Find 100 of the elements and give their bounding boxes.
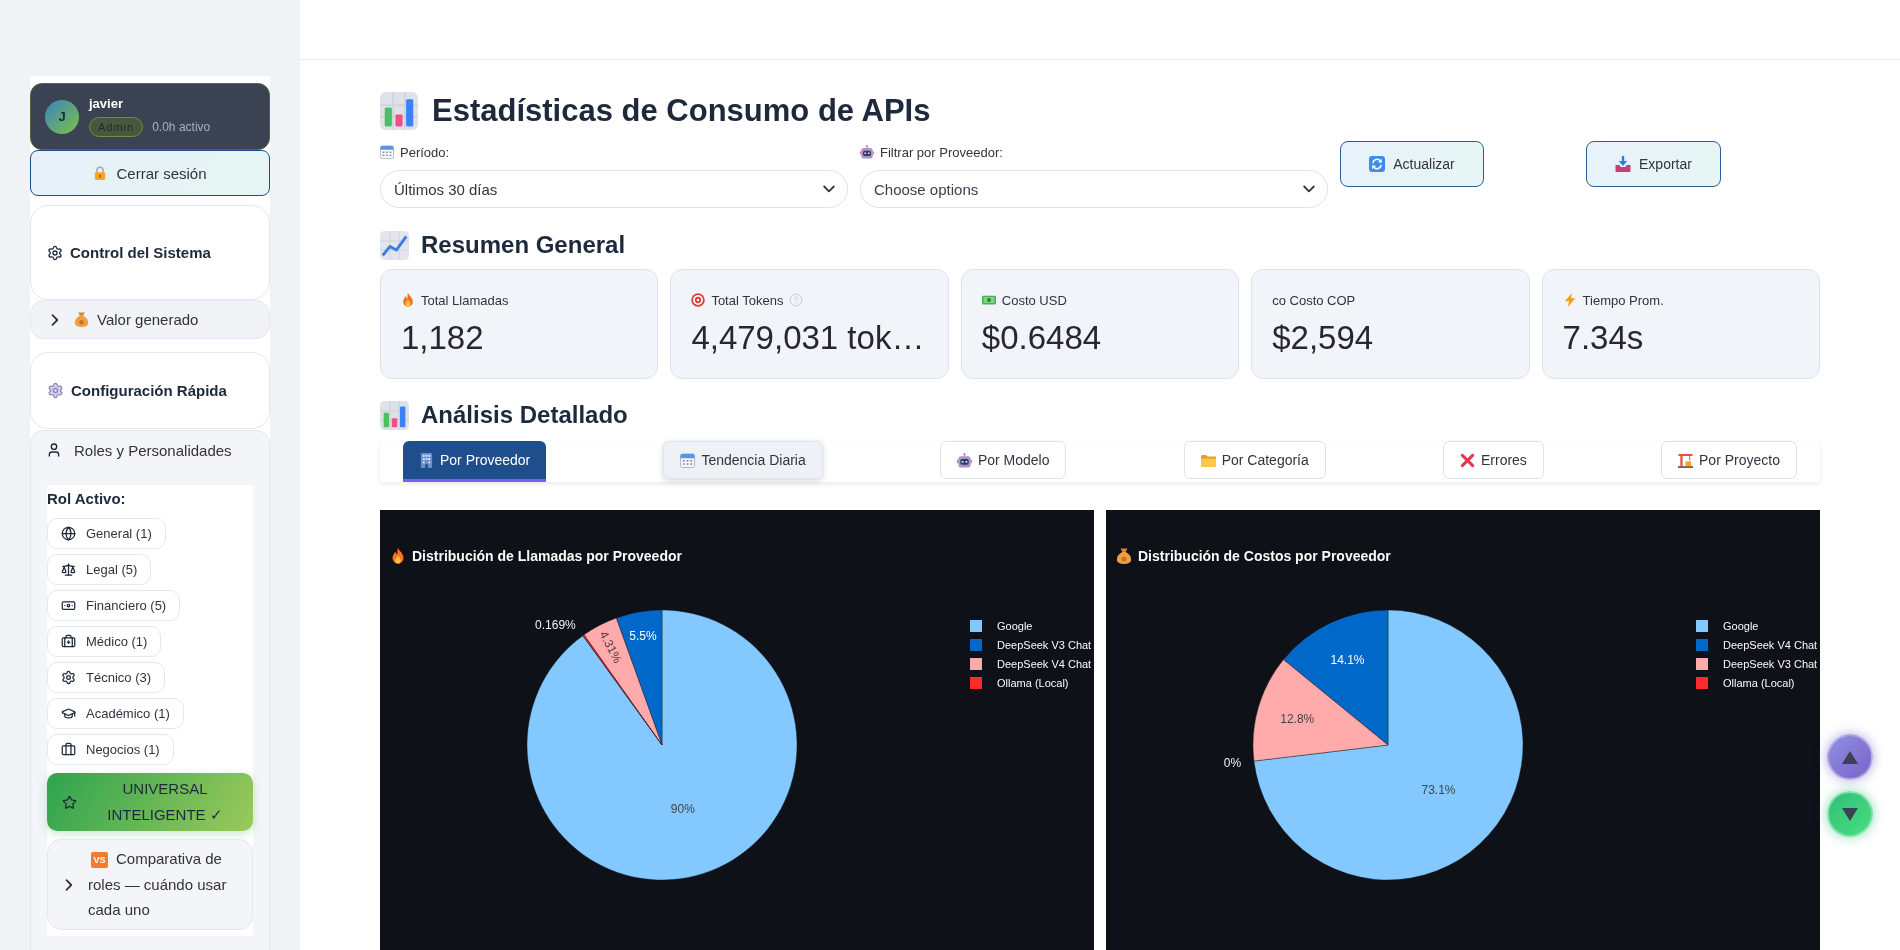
chevron-icon xyxy=(51,313,59,326)
metric-value: 4,479,031 tok… xyxy=(691,318,925,358)
expander-header[interactable]: Valor generado xyxy=(30,300,270,339)
section-heading: Resumen General xyxy=(421,230,626,260)
metric-label: co Costo COP xyxy=(1272,292,1356,308)
slice-label: 73.1% xyxy=(1421,783,1456,797)
tab[interactable]: Por Proveedor xyxy=(403,441,547,482)
page-title: Estadísticas de Consumo de APIs xyxy=(432,92,931,130)
bar-chart-icon xyxy=(380,92,418,130)
chart-title: Distribución de Costos por Proveedor xyxy=(1138,548,1391,564)
money-bag-icon xyxy=(1116,548,1132,564)
lightning-icon xyxy=(1562,293,1577,307)
avatar: J xyxy=(45,99,79,134)
flame-icon xyxy=(401,293,415,307)
export-button[interactable]: Exportar xyxy=(1586,141,1721,187)
active-role-label: Rol Activo: xyxy=(47,489,127,509)
role-chip[interactable]: Técnico (3) xyxy=(47,662,166,693)
card-title: Control del Sistema xyxy=(70,244,211,261)
building-icon xyxy=(419,452,434,468)
slice-label: 5.5% xyxy=(629,629,657,644)
legend-label: DeepSeek V3 Chat xyxy=(1723,658,1818,670)
banknote-icon xyxy=(61,598,76,613)
scale-icon xyxy=(61,562,76,577)
legend-label: DeepSeek V4 Chat xyxy=(1723,639,1818,651)
lock-icon xyxy=(93,166,108,180)
slice-label: 4.31% xyxy=(596,628,625,666)
role-chip[interactable]: Negocios (1) xyxy=(47,734,174,765)
gear-icon xyxy=(61,670,76,685)
chart-title: Distribución de Llamadas por Proveedor xyxy=(412,548,682,564)
role-chip[interactable]: General (1) xyxy=(47,518,166,549)
vs-badge: VS xyxy=(91,852,108,869)
role-chip[interactable]: Médico (1) xyxy=(47,626,162,657)
calendar-icon xyxy=(380,145,394,159)
section-heading: Análisis Detallado xyxy=(421,400,628,430)
folder-icon xyxy=(1200,452,1216,468)
activity-text: 0.0h activo xyxy=(152,120,211,134)
role-chip[interactable]: Financiero (5) xyxy=(47,590,181,621)
chevron-down-icon xyxy=(1303,185,1315,193)
tab[interactable]: Por Modelo xyxy=(939,441,1067,479)
gear-icon xyxy=(47,244,63,261)
scroll-down-button[interactable] xyxy=(1827,791,1873,837)
chevron-icon xyxy=(65,878,73,891)
medical-bag-icon xyxy=(61,634,76,649)
comparison-expander[interactable]: VS Comparativa de roles — cuándo usar cada uno xyxy=(47,839,253,930)
card-title: Configuración Rápida xyxy=(71,382,227,399)
slice-label: 90% xyxy=(670,802,695,817)
globe-icon xyxy=(61,526,76,541)
crane-icon xyxy=(1678,452,1694,468)
robot-icon xyxy=(860,145,874,159)
legend-label: Ollama (Local) xyxy=(997,677,1069,689)
bar-chart-icon xyxy=(380,400,409,430)
slice-label: 12.8% xyxy=(1280,711,1315,726)
refresh-button[interactable]: Actualizar xyxy=(1340,141,1484,187)
legend-label: DeepSeek V3 Chat xyxy=(997,639,1092,651)
money-bag-icon xyxy=(74,312,89,327)
inbox-tray-icon xyxy=(1615,156,1632,172)
slice-label: 0% xyxy=(1223,755,1242,770)
filter-label: Filtrar por Proveedor: xyxy=(880,144,1003,160)
user-icon xyxy=(46,442,62,458)
metric-label: Total Llamadas xyxy=(421,292,509,308)
legend-label: Ollama (Local) xyxy=(1723,677,1795,689)
gear-icon xyxy=(47,382,64,399)
role-chip[interactable]: Académico (1) xyxy=(47,698,184,729)
robot-icon xyxy=(956,452,972,468)
graduation-cap-icon xyxy=(61,706,76,721)
slice-label: 14.1% xyxy=(1330,652,1365,667)
cross-icon xyxy=(1459,452,1475,468)
tab[interactable]: Tendencia Diaria xyxy=(663,441,823,479)
filter-label: Período: xyxy=(400,144,450,160)
legend-label: DeepSeek V4 Chat xyxy=(997,658,1092,670)
provider-select[interactable]: Choose options xyxy=(860,170,1328,208)
tab[interactable]: Por Categoría xyxy=(1183,441,1326,479)
legend-label: Google xyxy=(1723,620,1759,632)
logout-button[interactable]: Cerrar sesión xyxy=(30,150,270,196)
triangle-down-icon xyxy=(1842,807,1858,821)
metric-value: $2,594 xyxy=(1272,318,1374,358)
flame-icon xyxy=(392,548,404,564)
chevron-down-icon xyxy=(823,185,835,193)
metric-value: $0.6484 xyxy=(981,318,1102,358)
metric-value: 7.34s xyxy=(1562,318,1644,358)
legend-label: Google xyxy=(997,620,1033,632)
target-icon xyxy=(691,293,706,307)
metric-label: Costo USD xyxy=(1001,292,1067,308)
role-chip[interactable]: Legal (5) xyxy=(47,554,152,585)
tab[interactable]: Errores xyxy=(1442,441,1544,479)
expander-header[interactable]: Roles y Personalidades xyxy=(31,431,269,469)
scroll-up-button[interactable] xyxy=(1827,734,1873,780)
banknote-icon xyxy=(981,293,996,307)
tab[interactable]: Por Proyecto xyxy=(1661,441,1797,479)
star-icon xyxy=(62,794,77,810)
line-chart-icon xyxy=(380,230,409,260)
universal-role-button[interactable]: UNIVERSAL INTELIGENTE ✓ xyxy=(47,773,253,831)
metric-value: 1,182 xyxy=(401,318,484,358)
metric-label: Tiempo Prom. xyxy=(1582,292,1664,308)
refresh-icon xyxy=(1369,156,1386,172)
user-name: javier xyxy=(89,96,124,112)
triangle-up-icon xyxy=(1842,750,1858,764)
period-select[interactable]: Últimos 30 días xyxy=(380,170,848,208)
briefcase-icon xyxy=(61,742,76,757)
slice-label: 0.169% xyxy=(535,617,576,632)
